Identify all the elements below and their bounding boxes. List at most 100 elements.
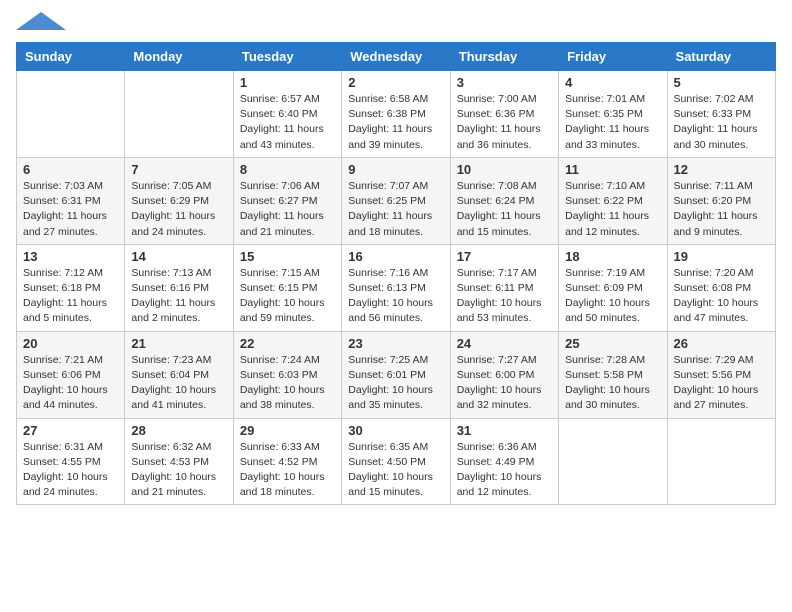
calendar-cell: 13 Sunrise: 7:12 AM Sunset: 6:18 PM Dayli… <box>17 244 125 331</box>
header-cell-thursday: Thursday <box>450 43 558 71</box>
day-info: Sunrise: 7:08 AM Sunset: 6:24 PM Dayligh… <box>457 179 552 240</box>
calendar-cell: 22 Sunrise: 7:24 AM Sunset: 6:03 PM Dayli… <box>233 331 341 418</box>
day-number: 14 <box>131 249 226 264</box>
day-number: 15 <box>240 249 335 264</box>
day-info: Sunrise: 7:28 AM Sunset: 5:58 PM Dayligh… <box>565 353 660 414</box>
calendar-cell: 2Sunrise: 6:58 AM Sunset: 6:38 PM Daylig… <box>342 71 450 158</box>
calendar-header-row: SundayMondayTuesdayWednesdayThursdayFrid… <box>17 43 776 71</box>
header-cell-wednesday: Wednesday <box>342 43 450 71</box>
calendar-cell: 6Sunrise: 7:03 AM Sunset: 6:31 PM Daylig… <box>17 157 125 244</box>
day-number: 3 <box>457 75 552 90</box>
calendar-cell: 27 Sunrise: 6:31 AM Sunset: 4:55 PM Dayli… <box>17 418 125 505</box>
logo <box>16 16 66 30</box>
day-info: Sunrise: 7:06 AM Sunset: 6:27 PM Dayligh… <box>240 179 335 240</box>
calendar-cell: 16 Sunrise: 7:16 AM Sunset: 6:13 PM Dayli… <box>342 244 450 331</box>
calendar-week-row: 27 Sunrise: 6:31 AM Sunset: 4:55 PM Dayli… <box>17 418 776 505</box>
calendar-cell: 26Sunrise: 7:29 AM Sunset: 5:56 PM Dayli… <box>667 331 775 418</box>
day-number: 6 <box>23 162 118 177</box>
day-info: Sunrise: 7:24 AM Sunset: 6:03 PM Dayligh… <box>240 353 335 414</box>
day-info: Sunrise: 7:10 AM Sunset: 6:22 PM Dayligh… <box>565 179 660 240</box>
calendar-body: 1Sunrise: 6:57 AM Sunset: 6:40 PM Daylig… <box>17 71 776 505</box>
calendar-cell: 4 Sunrise: 7:01 AM Sunset: 6:35 PM Daylig… <box>559 71 667 158</box>
day-info: Sunrise: 6:58 AM Sunset: 6:38 PM Dayligh… <box>348 92 443 153</box>
calendar-week-row: 1Sunrise: 6:57 AM Sunset: 6:40 PM Daylig… <box>17 71 776 158</box>
day-number: 16 <box>348 249 443 264</box>
calendar-table: SundayMondayTuesdayWednesdayThursdayFrid… <box>16 42 776 505</box>
day-info: Sunrise: 7:05 AM Sunset: 6:29 PM Dayligh… <box>131 179 226 240</box>
day-info: Sunrise: 7:21 AM Sunset: 6:06 PM Dayligh… <box>23 353 118 414</box>
calendar-cell: 1Sunrise: 6:57 AM Sunset: 6:40 PM Daylig… <box>233 71 341 158</box>
day-info: Sunrise: 6:31 AM Sunset: 4:55 PM Dayligh… <box>23 440 118 501</box>
calendar-cell: 3 Sunrise: 7:00 AM Sunset: 6:36 PM Daylig… <box>450 71 558 158</box>
calendar-week-row: 13 Sunrise: 7:12 AM Sunset: 6:18 PM Dayli… <box>17 244 776 331</box>
day-number: 5 <box>674 75 769 90</box>
day-number: 7 <box>131 162 226 177</box>
calendar-cell: 8Sunrise: 7:06 AM Sunset: 6:27 PM Daylig… <box>233 157 341 244</box>
day-info: Sunrise: 7:19 AM Sunset: 6:09 PM Dayligh… <box>565 266 660 327</box>
day-number: 4 <box>565 75 660 90</box>
calendar-cell: 11 Sunrise: 7:10 AM Sunset: 6:22 PM Dayli… <box>559 157 667 244</box>
calendar-cell: 10Sunrise: 7:08 AM Sunset: 6:24 PM Dayli… <box>450 157 558 244</box>
calendar-cell: 29 Sunrise: 6:33 AM Sunset: 4:52 PM Dayli… <box>233 418 341 505</box>
calendar-week-row: 20 Sunrise: 7:21 AM Sunset: 6:06 PM Dayli… <box>17 331 776 418</box>
calendar-cell: 24Sunrise: 7:27 AM Sunset: 6:00 PM Dayli… <box>450 331 558 418</box>
day-info: Sunrise: 7:00 AM Sunset: 6:36 PM Dayligh… <box>457 92 552 153</box>
calendar-cell: 18Sunrise: 7:19 AM Sunset: 6:09 PM Dayli… <box>559 244 667 331</box>
calendar-cell: 31 Sunrise: 6:36 AM Sunset: 4:49 PM Dayli… <box>450 418 558 505</box>
day-number: 20 <box>23 336 118 351</box>
day-info: Sunrise: 7:25 AM Sunset: 6:01 PM Dayligh… <box>348 353 443 414</box>
day-number: 31 <box>457 423 552 438</box>
calendar-cell: 25 Sunrise: 7:28 AM Sunset: 5:58 PM Dayli… <box>559 331 667 418</box>
day-info: Sunrise: 7:20 AM Sunset: 6:08 PM Dayligh… <box>674 266 769 327</box>
header-cell-sunday: Sunday <box>17 43 125 71</box>
day-info: Sunrise: 7:13 AM Sunset: 6:16 PM Dayligh… <box>131 266 226 327</box>
calendar-week-row: 6Sunrise: 7:03 AM Sunset: 6:31 PM Daylig… <box>17 157 776 244</box>
day-info: Sunrise: 6:35 AM Sunset: 4:50 PM Dayligh… <box>348 440 443 501</box>
calendar-cell <box>125 71 233 158</box>
day-info: Sunrise: 7:16 AM Sunset: 6:13 PM Dayligh… <box>348 266 443 327</box>
day-info: Sunrise: 7:17 AM Sunset: 6:11 PM Dayligh… <box>457 266 552 327</box>
day-info: Sunrise: 6:32 AM Sunset: 4:53 PM Dayligh… <box>131 440 226 501</box>
day-info: Sunrise: 6:36 AM Sunset: 4:49 PM Dayligh… <box>457 440 552 501</box>
day-number: 9 <box>348 162 443 177</box>
calendar-cell: 15 Sunrise: 7:15 AM Sunset: 6:15 PM Dayli… <box>233 244 341 331</box>
day-number: 13 <box>23 249 118 264</box>
calendar-cell: 7 Sunrise: 7:05 AM Sunset: 6:29 PM Daylig… <box>125 157 233 244</box>
day-info: Sunrise: 7:01 AM Sunset: 6:35 PM Dayligh… <box>565 92 660 153</box>
calendar-cell: 19 Sunrise: 7:20 AM Sunset: 6:08 PM Dayli… <box>667 244 775 331</box>
calendar-cell: 20 Sunrise: 7:21 AM Sunset: 6:06 PM Dayli… <box>17 331 125 418</box>
day-number: 23 <box>348 336 443 351</box>
day-info: Sunrise: 7:27 AM Sunset: 6:00 PM Dayligh… <box>457 353 552 414</box>
day-info: Sunrise: 7:23 AM Sunset: 6:04 PM Dayligh… <box>131 353 226 414</box>
day-info: Sunrise: 7:02 AM Sunset: 6:33 PM Dayligh… <box>674 92 769 153</box>
day-number: 12 <box>674 162 769 177</box>
calendar-cell: 23 Sunrise: 7:25 AM Sunset: 6:01 PM Dayli… <box>342 331 450 418</box>
calendar-cell: 14 Sunrise: 7:13 AM Sunset: 6:16 PM Dayli… <box>125 244 233 331</box>
day-number: 19 <box>674 249 769 264</box>
day-number: 25 <box>565 336 660 351</box>
day-number: 29 <box>240 423 335 438</box>
day-info: Sunrise: 7:11 AM Sunset: 6:20 PM Dayligh… <box>674 179 769 240</box>
calendar-cell: 12 Sunrise: 7:11 AM Sunset: 6:20 PM Dayli… <box>667 157 775 244</box>
page-header <box>16 16 776 30</box>
day-number: 22 <box>240 336 335 351</box>
calendar-cell <box>559 418 667 505</box>
day-info: Sunrise: 6:33 AM Sunset: 4:52 PM Dayligh… <box>240 440 335 501</box>
calendar-cell: 9 Sunrise: 7:07 AM Sunset: 6:25 PM Daylig… <box>342 157 450 244</box>
header-cell-monday: Monday <box>125 43 233 71</box>
calendar-cell: 17Sunrise: 7:17 AM Sunset: 6:11 PM Dayli… <box>450 244 558 331</box>
day-number: 27 <box>23 423 118 438</box>
day-number: 28 <box>131 423 226 438</box>
day-number: 11 <box>565 162 660 177</box>
logo-icon <box>16 12 66 30</box>
calendar-cell: 21Sunrise: 7:23 AM Sunset: 6:04 PM Dayli… <box>125 331 233 418</box>
header-cell-tuesday: Tuesday <box>233 43 341 71</box>
header-cell-friday: Friday <box>559 43 667 71</box>
day-number: 30 <box>348 423 443 438</box>
header-cell-saturday: Saturday <box>667 43 775 71</box>
day-info: Sunrise: 7:29 AM Sunset: 5:56 PM Dayligh… <box>674 353 769 414</box>
calendar-cell <box>17 71 125 158</box>
day-info: Sunrise: 7:12 AM Sunset: 6:18 PM Dayligh… <box>23 266 118 327</box>
day-info: Sunrise: 7:15 AM Sunset: 6:15 PM Dayligh… <box>240 266 335 327</box>
day-info: Sunrise: 7:07 AM Sunset: 6:25 PM Dayligh… <box>348 179 443 240</box>
